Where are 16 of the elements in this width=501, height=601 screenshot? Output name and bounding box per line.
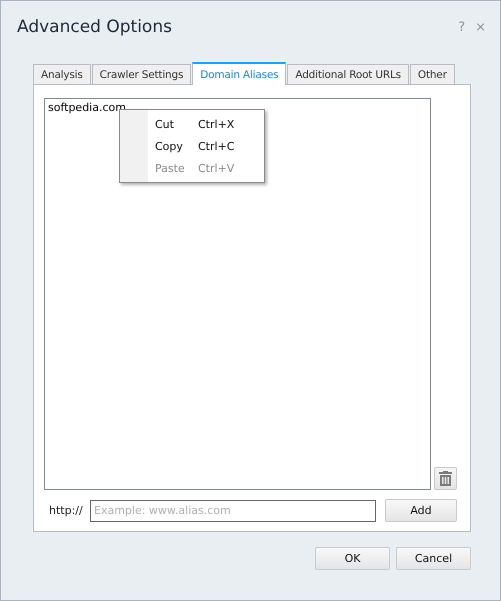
tab[interactable]: Other: [410, 64, 455, 84]
menu-item[interactable]: Copy Ctrl+C: [120, 135, 264, 157]
add-button[interactable]: Add: [385, 499, 457, 522]
tab[interactable]: Additional Root URLs: [287, 64, 409, 84]
dialog-button[interactable]: OK: [315, 547, 390, 570]
delete-button[interactable]: [434, 467, 457, 490]
tab[interactable]: Domain Aliases: [192, 62, 286, 85]
window-title: Advanced Options: [17, 17, 173, 37]
list-item[interactable]: softpedia.com: [48, 101, 427, 114]
menu-item[interactable]: Cut Ctrl+X: [120, 113, 264, 135]
tab[interactable]: Crawler Settings: [92, 64, 192, 84]
dialog-button[interactable]: Cancel: [396, 547, 471, 570]
prefix-label: http://: [48, 504, 84, 517]
tab[interactable]: Analysis: [33, 64, 91, 84]
trash-icon: [439, 471, 452, 486]
alias-input[interactable]: Example: www.alias.com: [90, 500, 376, 522]
